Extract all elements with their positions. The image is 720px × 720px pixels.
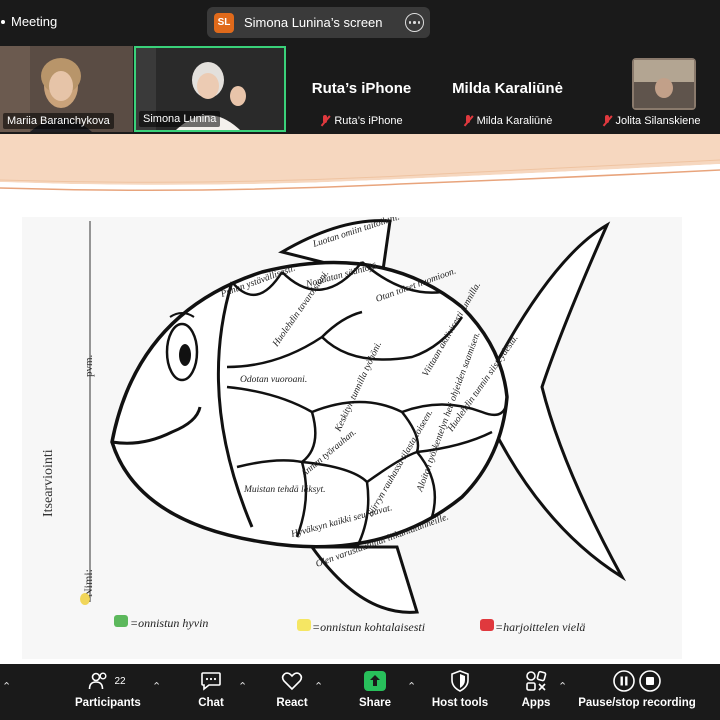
- worksheet-title: Itsearviointi: [41, 449, 56, 517]
- meeting-toolbar: ⌃ 22 Participants ⌃ Chat ⌃ React ⌃ Share…: [0, 664, 720, 720]
- participant-tile[interactable]: Milda Karaliūnė Milda Karaliūnė: [436, 46, 579, 132]
- host-tools-button[interactable]: Host tools: [430, 670, 490, 709]
- participant-display-name: Ruta’s iPhone: [311, 80, 412, 97]
- top-bar: Meeting SL Simona Lunina’s screen: [0, 0, 720, 44]
- legend-label: =harjoittelen vielä: [495, 620, 585, 634]
- chevron-up-icon[interactable]: ⌃: [2, 680, 11, 693]
- participant-name-row: Milda Karaliūnė: [436, 115, 579, 127]
- participant-name: Simona Lunina: [139, 111, 221, 127]
- participant-display-name: Milda Karaliūnė: [452, 80, 563, 97]
- participant-name-row: Ruta’s iPhone: [289, 115, 434, 127]
- participants-icon: [89, 672, 107, 690]
- apps-icon: [526, 670, 547, 691]
- participant-video: [632, 58, 696, 110]
- react-button[interactable]: React: [270, 670, 314, 709]
- share-label: Share: [359, 697, 391, 709]
- participant-name: Mariia Baranchykova: [3, 113, 114, 129]
- participant-name: Jolita Silanskiene: [615, 115, 701, 127]
- screen-share-indicator[interactable]: SL Simona Lunina’s screen: [207, 7, 430, 38]
- chevron-up-icon[interactable]: ⌃: [238, 680, 247, 693]
- pause-icon[interactable]: [613, 670, 635, 692]
- recording-control-button[interactable]: Pause/stop recording: [578, 670, 696, 709]
- self-assessment-worksheet: Itsearviointi Nimi: pvm. Luotan omiin ta…: [22, 212, 682, 659]
- meeting-title[interactable]: Meeting: [0, 14, 57, 29]
- muted-mic-icon: [463, 115, 473, 127]
- scale-text: Muistan tehdä läksyt.: [243, 485, 326, 495]
- chat-label: Chat: [198, 697, 224, 709]
- status-dot-icon: [1, 19, 5, 24]
- legend-swatch-practicing: [480, 619, 494, 631]
- participants-label: Participants: [75, 697, 141, 709]
- participant-strip: Mariia Baranchykova Simona Lunina Ruta’s…: [0, 44, 720, 134]
- participant-name: Ruta’s iPhone: [334, 115, 403, 127]
- participants-button[interactable]: 22 Participants: [75, 670, 141, 709]
- participant-tile[interactable]: Mariia Baranchykova: [0, 46, 133, 132]
- shared-screen: Itsearviointi Nimi: pvm. Luotan omiin ta…: [0, 134, 720, 664]
- apps-label: Apps: [521, 697, 551, 709]
- stop-icon[interactable]: [639, 670, 661, 692]
- participant-name: Milda Karaliūnė: [476, 115, 553, 127]
- participant-tile[interactable]: Ruta’s iPhone Ruta’s iPhone: [289, 46, 434, 132]
- legend-label: =onnistun hyvin: [130, 616, 208, 630]
- chevron-up-icon[interactable]: ⌃: [407, 680, 416, 693]
- scale-text: Odotan vuoroani.: [240, 375, 307, 385]
- chevron-up-icon[interactable]: ⌃: [152, 680, 161, 693]
- recording-label: Pause/stop recording: [578, 697, 696, 709]
- chevron-up-icon[interactable]: ⌃: [314, 680, 323, 693]
- legend-swatch-good: [114, 615, 128, 627]
- name-label: Nimi:: [81, 569, 95, 597]
- more-options-icon[interactable]: [405, 13, 424, 32]
- apps-button[interactable]: Apps: [518, 670, 554, 709]
- sharer-avatar: SL: [214, 12, 234, 33]
- header-wave: [0, 134, 720, 204]
- participant-tile-active[interactable]: Simona Lunina: [134, 46, 286, 132]
- muted-mic-icon: [320, 115, 330, 127]
- legend-label: =onnistun kohtalaisesti: [312, 620, 425, 634]
- meeting-title-label: Meeting: [11, 14, 58, 29]
- react-label: React: [276, 697, 308, 709]
- share-button[interactable]: Share: [353, 670, 397, 709]
- participant-name-row: Jolita Silanskiene: [582, 115, 720, 127]
- legend-swatch-moderate: [297, 619, 311, 631]
- participant-tile[interactable]: Jolita Silanskiene: [582, 46, 720, 132]
- chevron-up-icon[interactable]: ⌃: [558, 680, 567, 693]
- heart-icon: [281, 672, 303, 691]
- muted-mic-icon: [602, 115, 612, 127]
- host-tools-label: Host tools: [431, 697, 489, 709]
- chat-button[interactable]: Chat: [188, 670, 234, 709]
- screen-share-label: Simona Lunina’s screen: [244, 15, 383, 30]
- participants-count: 22: [114, 675, 126, 687]
- date-label: pvm.: [83, 354, 95, 377]
- shield-icon: [451, 670, 469, 692]
- bird-doodle-icon: [80, 593, 90, 605]
- chat-icon: [201, 672, 221, 691]
- fish-drawing: Itsearviointi Nimi: pvm. Luotan omiin ta…: [41, 212, 627, 634]
- share-screen-icon: [364, 671, 386, 691]
